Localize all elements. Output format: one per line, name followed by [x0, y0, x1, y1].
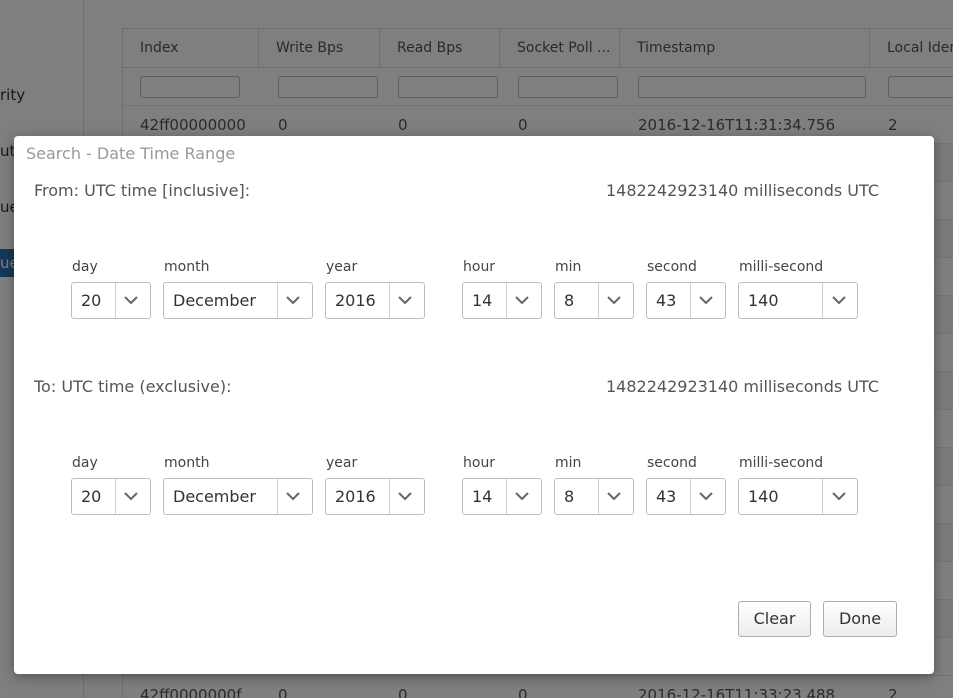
- chevron-down-icon: [123, 294, 139, 306]
- to-hour-label: hour: [463, 455, 496, 471]
- to-year-select[interactable]: 2016: [325, 478, 425, 515]
- to-hour-select[interactable]: 14: [462, 478, 542, 515]
- from-day-label: day: [72, 259, 98, 275]
- from-hour-select[interactable]: 14: [462, 282, 542, 319]
- chevron-down-icon: [698, 294, 714, 306]
- from-year-label: year: [326, 259, 358, 275]
- chevron-down-icon: [831, 490, 847, 502]
- to-second-label: second: [647, 455, 697, 471]
- to-year-label: year: [326, 455, 358, 471]
- to-ms-label: milli-second: [739, 455, 824, 471]
- to-min-select[interactable]: 8: [554, 478, 634, 515]
- to-second-select[interactable]: 43: [646, 478, 726, 515]
- from-second-select[interactable]: 43: [646, 282, 726, 319]
- from-label: From: UTC time [inclusive]:: [34, 181, 251, 200]
- from-hour-label: hour: [463, 259, 496, 275]
- select-value: 2016: [335, 291, 376, 310]
- from-millisecond-select[interactable]: 140: [738, 282, 858, 319]
- to-month-label: month: [164, 455, 210, 471]
- done-button[interactable]: Done: [823, 601, 897, 637]
- from-month-select[interactable]: December: [163, 282, 313, 319]
- to-label: To: UTC time (exclusive):: [34, 377, 232, 396]
- chevron-down-icon: [285, 294, 301, 306]
- chevron-down-icon: [606, 490, 622, 502]
- select-value: 8: [564, 291, 575, 310]
- date-time-range-dialog: Search - Date Time Range From: UTC time …: [14, 136, 934, 674]
- select-value: 140: [748, 487, 779, 506]
- select-value: 20: [81, 291, 102, 310]
- from-milliseconds: 1482242923140 milliseconds UTC: [606, 181, 879, 200]
- to-millisecond-select[interactable]: 140: [738, 478, 858, 515]
- select-value: 20: [81, 487, 102, 506]
- chevron-down-icon: [831, 294, 847, 306]
- select-value: December: [173, 291, 256, 310]
- select-value: 14: [472, 487, 493, 506]
- select-value: 2016: [335, 487, 376, 506]
- to-day-label: day: [72, 455, 98, 471]
- clear-button[interactable]: Clear: [738, 601, 811, 637]
- chevron-down-icon: [514, 490, 530, 502]
- chevron-down-icon: [397, 490, 413, 502]
- select-value: 14: [472, 291, 493, 310]
- chevron-down-icon: [123, 490, 139, 502]
- to-month-select[interactable]: December: [163, 478, 313, 515]
- chevron-down-icon: [397, 294, 413, 306]
- select-value: 43: [656, 487, 677, 506]
- dialog-title: Search - Date Time Range: [26, 144, 236, 163]
- from-year-select[interactable]: 2016: [325, 282, 425, 319]
- to-milliseconds: 1482242923140 milliseconds UTC: [606, 377, 879, 396]
- chevron-down-icon: [514, 294, 530, 306]
- to-day-select[interactable]: 20: [71, 478, 151, 515]
- from-min-label: min: [555, 259, 582, 275]
- from-second-label: second: [647, 259, 697, 275]
- from-ms-label: milli-second: [739, 259, 824, 275]
- select-value: 43: [656, 291, 677, 310]
- select-value: December: [173, 487, 256, 506]
- to-min-label: min: [555, 455, 582, 471]
- select-value: 8: [564, 487, 575, 506]
- from-min-select[interactable]: 8: [554, 282, 634, 319]
- from-month-label: month: [164, 259, 210, 275]
- chevron-down-icon: [285, 490, 301, 502]
- from-day-select[interactable]: 20: [71, 282, 151, 319]
- chevron-down-icon: [698, 490, 714, 502]
- chevron-down-icon: [606, 294, 622, 306]
- select-value: 140: [748, 291, 779, 310]
